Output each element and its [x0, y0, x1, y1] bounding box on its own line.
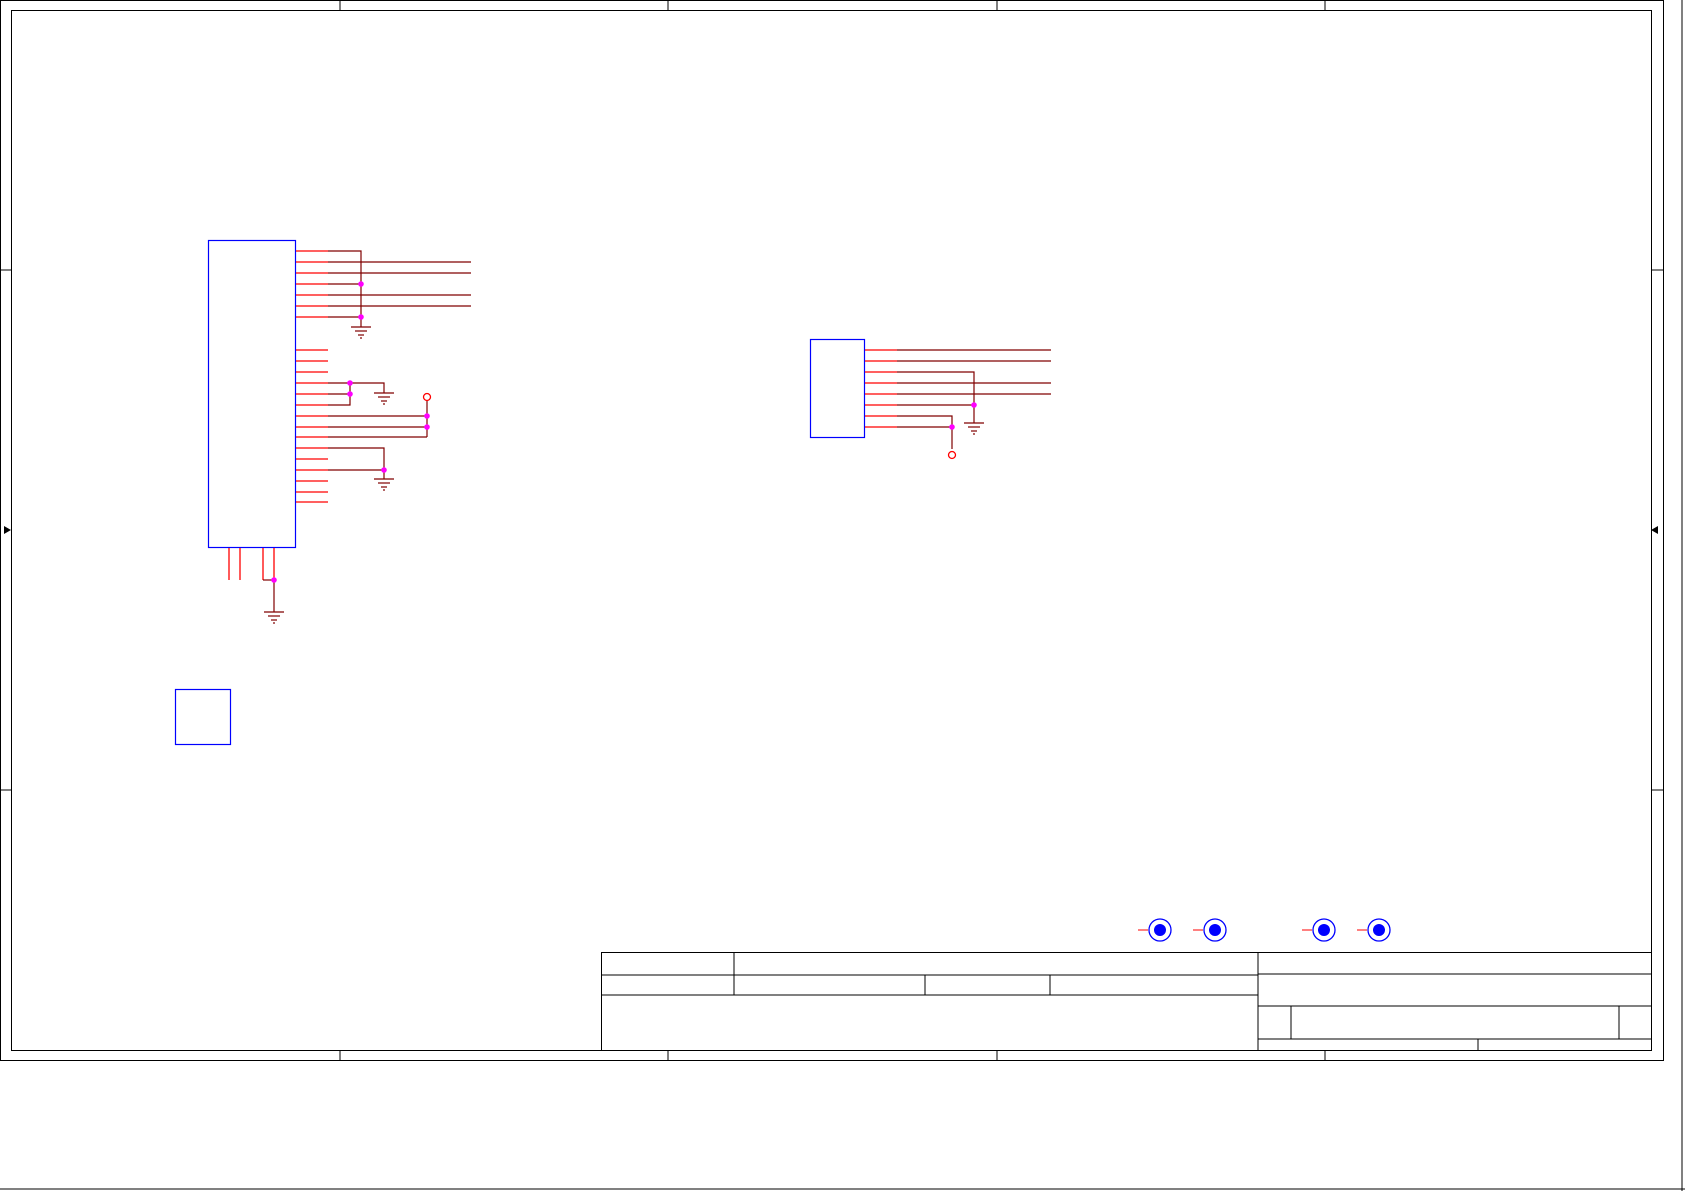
junction-dot — [949, 424, 955, 430]
junction-dot — [271, 577, 277, 583]
power-port — [422, 392, 432, 402]
junction-dot — [381, 467, 387, 473]
mounting-hole — [1138, 918, 1172, 942]
mounting-hole — [1193, 918, 1227, 942]
blank-part-outline — [174, 688, 232, 746]
mounting-hole — [1302, 918, 1336, 942]
power-port — [947, 450, 957, 460]
junction-dots — [271, 281, 977, 583]
ground-symbol — [964, 422, 984, 435]
center-arrow-marks — [4, 526, 1658, 534]
schematic-sheet — [0, 0, 1685, 1191]
junction-dot — [358, 314, 364, 320]
junction-dot — [424, 424, 430, 430]
junction-dot — [971, 402, 977, 408]
junction-dot — [347, 391, 353, 397]
ground-symbol — [374, 478, 394, 491]
secondary-connector-pins — [865, 349, 897, 428]
junction-dot — [424, 413, 430, 419]
ground-symbol — [374, 392, 394, 405]
mounting-hole — [1357, 918, 1391, 942]
junction-dot — [347, 380, 353, 386]
main-connector-pins — [228, 250, 328, 580]
ground-symbol — [351, 326, 371, 339]
ground-symbol — [264, 611, 284, 624]
junction-dot — [358, 281, 364, 287]
sheet-frame — [0, 0, 1685, 1191]
title-block — [601, 952, 1652, 1051]
main-connector-outline — [207, 239, 297, 549]
main-connector-wires — [263, 250, 471, 612]
secondary-connector-outline — [809, 338, 866, 439]
